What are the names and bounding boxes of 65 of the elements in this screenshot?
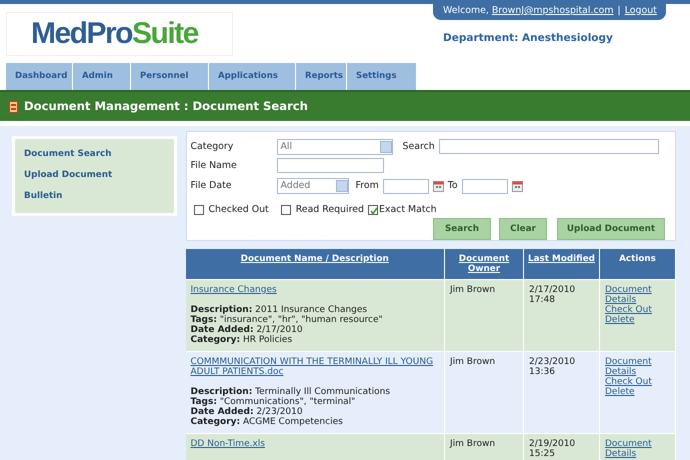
separator-text: |: [618, 5, 621, 16]
column-header: Actions: [619, 254, 656, 264]
field-label: To: [448, 180, 458, 192]
detail-text: Tags: "Communications", "terminal": [190, 397, 356, 407]
sidebar-link[interactable]: Document Search: [24, 150, 164, 159]
owner-text: Jim Brown: [450, 439, 496, 449]
nav-tab[interactable]: Settings: [347, 63, 417, 90]
detail-text: Description: 2011 Insurance Changes: [190, 305, 368, 315]
action-link[interactable]: Document Details: [605, 285, 670, 305]
calendar-icon: [432, 180, 444, 192]
page-title: Document Management : Document Search: [24, 100, 308, 114]
nav-tab[interactable]: Admin: [73, 63, 131, 90]
email-link[interactable]: BrownJ@mpshospital.com: [492, 5, 614, 16]
search-field[interactable]: [438, 139, 659, 154]
form-button[interactable]: Clear: [499, 218, 547, 240]
action-link[interactable]: Document Details: [605, 439, 670, 459]
detail-text: Date Added: 2/17/2010: [190, 325, 304, 335]
action-link[interactable]: Delete: [605, 315, 635, 325]
department-label: Department: Anesthesiology: [443, 32, 614, 45]
nav-tab[interactable]: Dashboard: [6, 63, 73, 90]
detail-text: Tags: "insurance", "hr", "human resource": [190, 315, 384, 325]
field-label: Category: [190, 140, 234, 152]
logo: MedProSuite: [6, 12, 233, 56]
date-text: 2/17/2010 17:48: [529, 285, 576, 305]
checkbox[interactable]: Exact Match: [368, 204, 437, 216]
detail-text: Category: HR Policies: [190, 335, 294, 345]
detail-text: Category: ACGME Competencies: [190, 417, 344, 427]
caret-icon: [380, 140, 392, 152]
logout-link[interactable]: Logout: [624, 5, 657, 16]
caret-icon: [336, 180, 348, 192]
detail-text: Date Added: 2/23/2010: [190, 407, 304, 417]
nav-tab[interactable]: Applications: [209, 63, 296, 90]
nav-tab[interactable]: Personnel: [131, 63, 209, 90]
sidebar-link[interactable]: Bulletin: [24, 192, 164, 200]
field-label: File Name: [190, 160, 238, 172]
file-link[interactable]: DD Non-Time.xls: [190, 439, 265, 449]
owner-text: Jim Brown: [450, 285, 496, 295]
action-link[interactable]: Document Details: [605, 357, 670, 377]
action-link[interactable]: Check Out: [605, 305, 652, 315]
sidebar-link[interactable]: Upload Document: [24, 170, 164, 180]
checkmark-icon: [368, 206, 379, 216]
checkbox[interactable]: Read Required: [280, 204, 364, 216]
welcome-text: Welcome,: [443, 5, 489, 16]
field-label: From: [356, 180, 379, 192]
date-field[interactable]: [382, 178, 429, 194]
date-text: 2/19/2010 15:25: [529, 439, 576, 459]
form-button[interactable]: Upload Document: [557, 218, 665, 240]
field-label: File Date: [190, 180, 233, 192]
dropdown[interactable]: All: [276, 138, 392, 154]
date-text: 2/23/2010 13:36: [529, 357, 576, 377]
file-link[interactable]: COMMMUNICATION WITH THE TERMINALLY ILL YOUNG ADULT PATIENTS.doc: [190, 357, 439, 377]
form-button[interactable]: Search: [433, 218, 491, 240]
field-label: Search: [402, 140, 435, 152]
date-field[interactable]: [462, 178, 508, 194]
file-name-field[interactable]: [276, 158, 384, 173]
checkbox[interactable]: Checked Out: [194, 204, 269, 216]
dropdown[interactable]: Added: [276, 178, 348, 194]
calendar-icon: [512, 180, 523, 192]
nav-tab[interactable]: Reports: [296, 63, 347, 90]
document-icon: [9, 100, 19, 112]
action-link[interactable]: Delete: [605, 387, 635, 397]
owner-text: Jim Brown: [450, 357, 496, 367]
action-link[interactable]: Check Out: [605, 377, 652, 387]
file-link[interactable]: Insurance Changes: [190, 285, 277, 295]
detail-text: Description: Terminally Ill Communications: [190, 387, 392, 397]
